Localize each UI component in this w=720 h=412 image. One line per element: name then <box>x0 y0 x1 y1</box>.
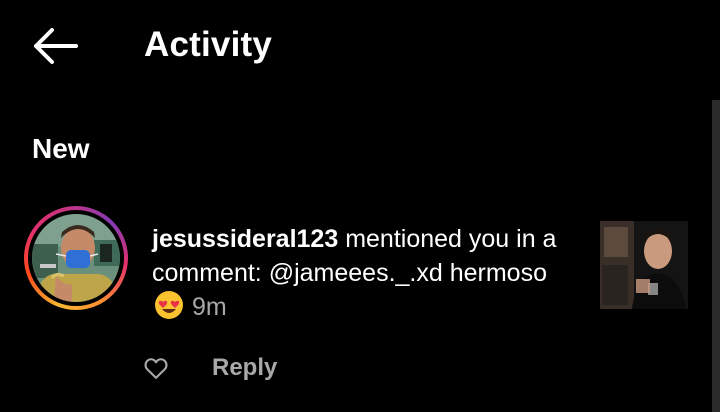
story-ring[interactable] <box>24 206 128 310</box>
page-title: Activity <box>144 25 273 64</box>
post-photo <box>600 221 688 309</box>
arrow-left-icon <box>34 28 78 64</box>
notification-item[interactable]: jesussideral123 mentioned you in a comme… <box>0 200 712 400</box>
heart-outline-icon <box>144 358 168 379</box>
avatar-photo <box>32 214 120 302</box>
back-button[interactable] <box>28 24 84 68</box>
avatar[interactable] <box>32 214 120 302</box>
scrollbar[interactable] <box>712 100 720 412</box>
section-title-new: New <box>32 133 90 164</box>
timestamp: 9m <box>192 293 227 321</box>
like-button[interactable] <box>142 354 170 382</box>
notification-text: jesussideral123 mentioned you in a comme… <box>152 222 572 329</box>
username-link[interactable]: jesussideral123 <box>152 225 338 253</box>
post-thumbnail[interactable] <box>600 221 688 309</box>
reply-button[interactable]: Reply <box>212 352 277 384</box>
heart-eyes-emoji-icon <box>154 290 184 329</box>
app-header: Activity <box>0 0 720 92</box>
